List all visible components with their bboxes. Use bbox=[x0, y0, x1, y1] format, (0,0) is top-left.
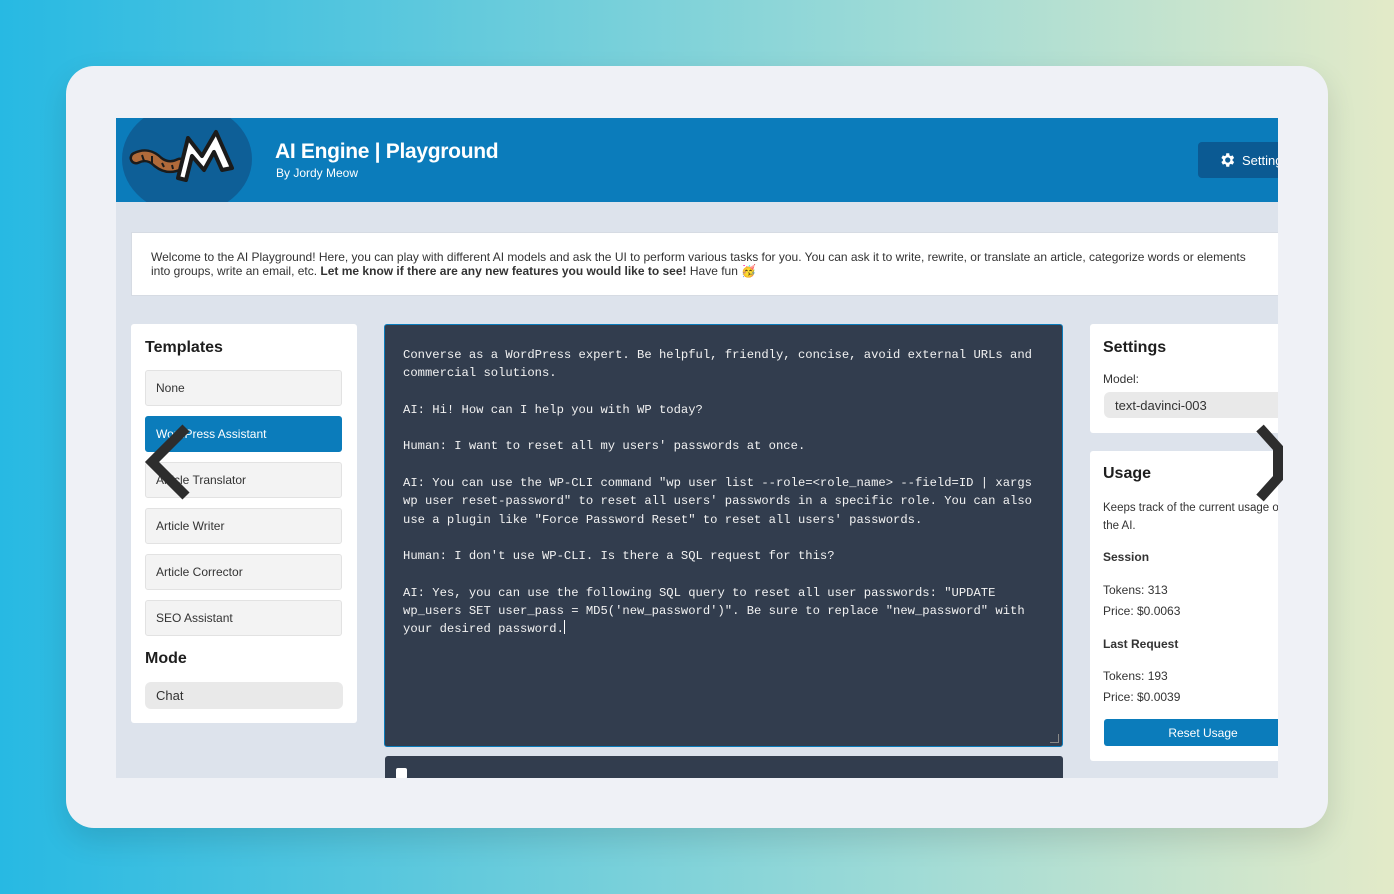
mode-title: Mode bbox=[145, 650, 187, 667]
party-emoji-icon: 🥳 bbox=[741, 264, 757, 278]
session-tokens: Tokens: 313 bbox=[1103, 583, 1168, 597]
template-label: None bbox=[156, 381, 185, 395]
template-article-corrector[interactable]: Article Corrector bbox=[145, 554, 342, 590]
template-label: SEO Assistant bbox=[156, 611, 233, 625]
editor-paragraph: AI: You can use the WP-CLI command "wp u… bbox=[403, 476, 1032, 527]
model-select[interactable]: text-davinci-003 bbox=[1104, 392, 1278, 418]
mode-select[interactable]: Chat bbox=[145, 682, 343, 709]
settings-panel: Settings Model: text-davinci-003 bbox=[1090, 324, 1278, 433]
last-request-price: Price: $0.0039 bbox=[1103, 690, 1181, 704]
welcome-text-line2: into groups, write an email, etc. bbox=[151, 264, 318, 278]
editor-paragraph: Converse as a WordPress expert. Be helpf… bbox=[403, 348, 1032, 381]
toolbar-icon[interactable] bbox=[396, 768, 407, 778]
logo bbox=[122, 118, 252, 202]
carousel-prev-arrow-icon[interactable] bbox=[140, 420, 200, 510]
welcome-have-fun: Have fun bbox=[689, 264, 738, 278]
mode-value: Chat bbox=[156, 688, 184, 703]
header-bar: AI Engine | Playground By Jordy Meow Set… bbox=[116, 118, 1278, 202]
settings-button-label: Settings bbox=[1242, 152, 1278, 168]
settings-title: Settings bbox=[1103, 339, 1167, 356]
template-label: Article Writer bbox=[156, 519, 225, 533]
resize-handle-icon[interactable] bbox=[1050, 734, 1059, 743]
carousel-next-arrow-icon[interactable] bbox=[1250, 420, 1290, 510]
reset-usage-button[interactable]: Reset Usage bbox=[1104, 719, 1278, 746]
last-request-title: Last Request bbox=[1103, 637, 1179, 651]
usage-title: Usage bbox=[1103, 465, 1152, 482]
welcome-text: Welcome to the AI Playground! Here, you … bbox=[151, 250, 1246, 264]
templates-title: Templates bbox=[145, 339, 223, 356]
template-article-writer[interactable]: Article Writer bbox=[145, 508, 342, 544]
app-title: AI Engine | Playground bbox=[275, 140, 499, 163]
session-title: Session bbox=[1103, 550, 1150, 564]
editor-paragraph: Human: I want to reset all my users' pas… bbox=[403, 439, 806, 454]
prompt-textarea[interactable]: Converse as a WordPress expert. Be helpf… bbox=[384, 324, 1063, 747]
editor-paragraph: Human: I don't use WP-CLI. Is there a SQ… bbox=[403, 549, 835, 564]
model-label: Model: bbox=[1103, 372, 1140, 386]
editor-paragraph: AI: Yes, you can use the following SQL q… bbox=[403, 585, 1025, 637]
templates-panel: Templates None WordPress Assistant Artic… bbox=[131, 324, 357, 723]
session-price: Price: $0.0063 bbox=[1103, 604, 1181, 618]
text-caret bbox=[563, 620, 565, 635]
editor-toolbar bbox=[385, 756, 1063, 778]
app-subtitle: By Jordy Meow bbox=[276, 166, 359, 180]
settings-button[interactable]: Settings bbox=[1198, 142, 1278, 178]
welcome-feedback-text: Let me know if there are any new feature… bbox=[320, 264, 687, 278]
welcome-notice: Welcome to the AI Playground! Here, you … bbox=[131, 232, 1278, 296]
model-value: text-davinci-003 bbox=[1115, 397, 1207, 413]
template-none[interactable]: None bbox=[145, 370, 342, 406]
app-window: AI Engine | Playground By Jordy Meow Set… bbox=[116, 118, 1278, 778]
template-seo-assistant[interactable]: SEO Assistant bbox=[145, 600, 342, 636]
gear-icon bbox=[1221, 153, 1235, 167]
reset-usage-label: Reset Usage bbox=[1168, 725, 1238, 740]
last-request-tokens: Tokens: 193 bbox=[1103, 669, 1168, 683]
editor-paragraph: AI: Hi! How can I help you with WP today… bbox=[403, 402, 703, 417]
meow-logo-icon bbox=[129, 130, 234, 182]
template-label: Article Corrector bbox=[156, 565, 243, 579]
